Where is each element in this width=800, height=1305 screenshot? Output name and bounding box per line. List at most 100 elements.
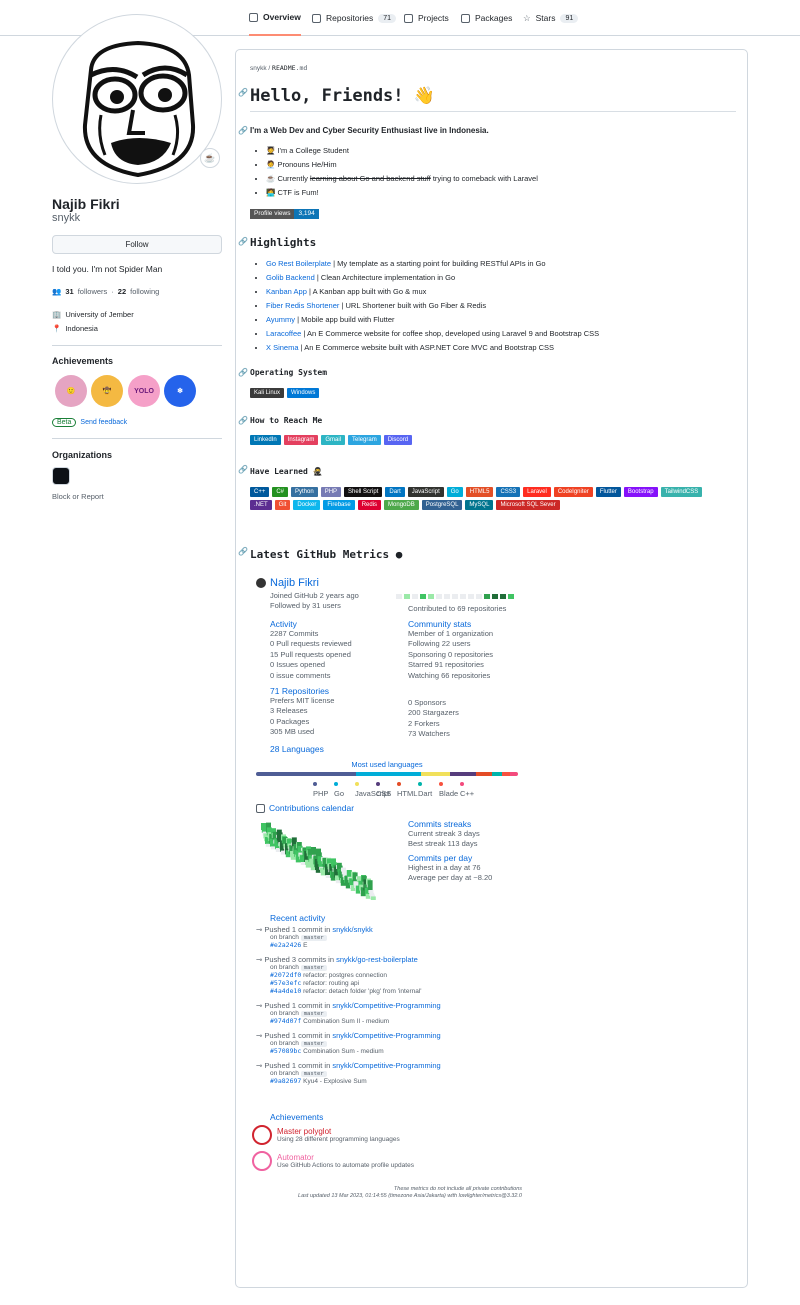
tech-badge[interactable]: C++ xyxy=(250,487,270,497)
project-link[interactable]: Golib Backend xyxy=(266,273,315,282)
followers-count[interactable]: 31 xyxy=(65,287,73,296)
tech-badge[interactable]: Redis xyxy=(357,500,382,510)
project-link[interactable]: X Sinema xyxy=(266,343,299,352)
commit-sha[interactable]: #4a4de10 xyxy=(270,987,301,995)
anchor-link-icon[interactable]: 🔗 xyxy=(238,416,248,425)
followers-label[interactable]: followers xyxy=(78,287,108,296)
follow-button[interactable]: Follow xyxy=(52,235,222,254)
average-per-day: Average per day at ~8.20 xyxy=(408,873,493,883)
repo-link[interactable]: snykk/go-rest-boilerplate xyxy=(336,955,418,964)
repo-link[interactable]: snykk/snykk xyxy=(332,925,372,934)
send-feedback-link[interactable]: Send feedback xyxy=(80,419,127,426)
achievement-badge-yolo[interactable]: YOLO xyxy=(128,375,160,407)
project-link[interactable]: Go Rest Boilerplate xyxy=(266,259,331,268)
repos-title[interactable]: 71 Repositories xyxy=(256,686,334,696)
tech-badge[interactable]: CSS3 xyxy=(496,487,521,497)
org-avatar[interactable] xyxy=(52,467,70,485)
commit-sha[interactable]: #57089bc xyxy=(270,1047,301,1055)
anchor-link-icon[interactable]: 🔗 xyxy=(238,126,248,135)
tech-badge[interactable]: JavaScript xyxy=(407,487,444,497)
tech-badge[interactable]: Laravel xyxy=(523,487,551,497)
project-link[interactable]: Laracoffee xyxy=(266,329,301,338)
tech-badge[interactable]: Gmail xyxy=(321,435,346,445)
calendar-cell xyxy=(460,594,466,599)
metrics-user-name[interactable]: Najib Fikri xyxy=(270,577,319,589)
achievement-badge-4[interactable]: ❄ xyxy=(164,375,196,407)
languages-bar xyxy=(256,772,518,776)
tech-badge[interactable]: PostgreSQL xyxy=(421,500,463,510)
tech-badge[interactable]: Discord xyxy=(383,435,413,445)
calendar-cell xyxy=(436,594,442,599)
project-link[interactable]: Kanban App xyxy=(266,287,307,296)
tech-badge[interactable]: Instagram xyxy=(283,435,319,445)
tech-badge[interactable]: HTML5 xyxy=(465,487,494,497)
commit-line: #57e3efc refactor: routing api xyxy=(256,979,526,987)
anchor-link-icon[interactable]: 🔗 xyxy=(238,368,248,377)
commit-sha[interactable]: #57e3efc xyxy=(270,979,301,987)
anchor-link-icon[interactable]: 🔗 xyxy=(238,547,248,556)
tech-badge[interactable]: Dart xyxy=(385,487,405,497)
repo-link[interactable]: snykk/Competitive-Programming xyxy=(332,1061,440,1070)
tech-badge[interactable]: MySQL xyxy=(465,500,494,510)
tab-projects[interactable]: Projects xyxy=(404,0,449,36)
tech-badge[interactable]: Shell Script xyxy=(344,487,383,497)
project-description: | An E Commerce website for coffee shop,… xyxy=(301,329,600,338)
tab-packages[interactable]: Packages xyxy=(461,0,512,36)
activity-entry: ⊸ Pushed 3 commits in snykk/go-rest-boil… xyxy=(256,955,526,995)
list-item: Ayummy | Mobile app build with Flutter xyxy=(266,313,599,327)
avatar[interactable] xyxy=(52,14,222,184)
repo-stat: 2 Forkers xyxy=(408,718,440,728)
calendar-cell xyxy=(452,594,458,599)
tech-badge[interactable]: C# xyxy=(272,487,289,497)
tech-badge[interactable]: TailwindCSS xyxy=(660,487,703,497)
calendar-day-cell xyxy=(370,896,376,900)
calendar-cell xyxy=(420,594,426,599)
language-dot-icon xyxy=(313,782,317,786)
commit-line: #57089bc Combination Sum - medium xyxy=(256,1047,526,1055)
activity-prefix: Pushed 1 commit in xyxy=(264,925,333,934)
tech-badge[interactable]: Kali Linux xyxy=(250,388,285,398)
list-item: ☕ Currently learning about Go and backen… xyxy=(266,172,538,186)
commit-sha[interactable]: #974d07f xyxy=(270,1017,301,1025)
tech-badge[interactable]: Flutter xyxy=(595,487,621,497)
tech-badge[interactable]: Firebase xyxy=(323,500,355,510)
tech-badge[interactable]: PHP xyxy=(320,487,342,497)
tech-badge[interactable]: Microsoft SQL Sever xyxy=(496,500,560,510)
project-link[interactable]: Ayummy xyxy=(266,315,295,324)
anchor-link-icon[interactable]: 🔗 xyxy=(238,465,248,474)
tab-repositories[interactable]: Repositories 71 xyxy=(312,0,397,36)
tech-badge[interactable]: Telegram xyxy=(348,435,381,445)
tech-badge[interactable]: Go xyxy=(446,487,463,497)
anchor-link-icon[interactable]: 🔗 xyxy=(238,237,248,246)
tab-overview[interactable]: Overview xyxy=(249,0,301,36)
repo-link[interactable]: snykk/Competitive-Programming xyxy=(332,1001,440,1010)
repo-link[interactable]: snykk/Competitive-Programming xyxy=(332,1031,440,1040)
tech-badge[interactable]: .NET xyxy=(250,500,272,510)
os-badges: Kali Linux Windows xyxy=(250,388,730,398)
tech-badge[interactable]: Windows xyxy=(287,388,320,398)
repos-list: Prefers MIT license 3 Releases 0 Packages 3… xyxy=(256,696,334,738)
tech-badge[interactable]: Python xyxy=(291,487,318,497)
about-text: Currently xyxy=(277,174,310,183)
tech-badge[interactable]: CodeIgniter xyxy=(553,487,593,497)
status-emoji[interactable]: ☕ xyxy=(200,148,220,168)
list-item: Kanban App | A Kanban app built with Go … xyxy=(266,285,599,299)
tech-badge[interactable]: Git xyxy=(274,500,291,510)
tab-stars[interactable]: ☆ Stars 91 xyxy=(523,0,579,36)
tech-badge[interactable]: Bootstrap xyxy=(623,487,658,497)
tech-badge[interactable]: Docker xyxy=(293,500,321,510)
commit-sha[interactable]: #e2a2426 xyxy=(270,941,301,949)
tech-badge[interactable]: MongoDB xyxy=(384,500,419,510)
block-or-report-link[interactable]: Block or Report xyxy=(52,492,104,501)
achievement-badge-2[interactable]: 🤠 xyxy=(91,375,123,407)
commit-sha[interactable]: #9a82697 xyxy=(270,1077,301,1085)
following-label[interactable]: following xyxy=(130,287,159,296)
project-link[interactable]: Fiber Redis Shortener xyxy=(266,301,339,310)
commit-sha[interactable]: #2072df0 xyxy=(270,971,301,979)
achievement-badge-1[interactable]: 🙂 xyxy=(55,375,87,407)
language-legend-item: HTML xyxy=(397,779,417,798)
tech-badge[interactable]: LinkedIn xyxy=(250,435,281,445)
anchor-link-icon[interactable]: 🔗 xyxy=(238,88,248,97)
crumb-user[interactable]: snykk xyxy=(250,65,267,72)
following-count[interactable]: 22 xyxy=(118,287,126,296)
